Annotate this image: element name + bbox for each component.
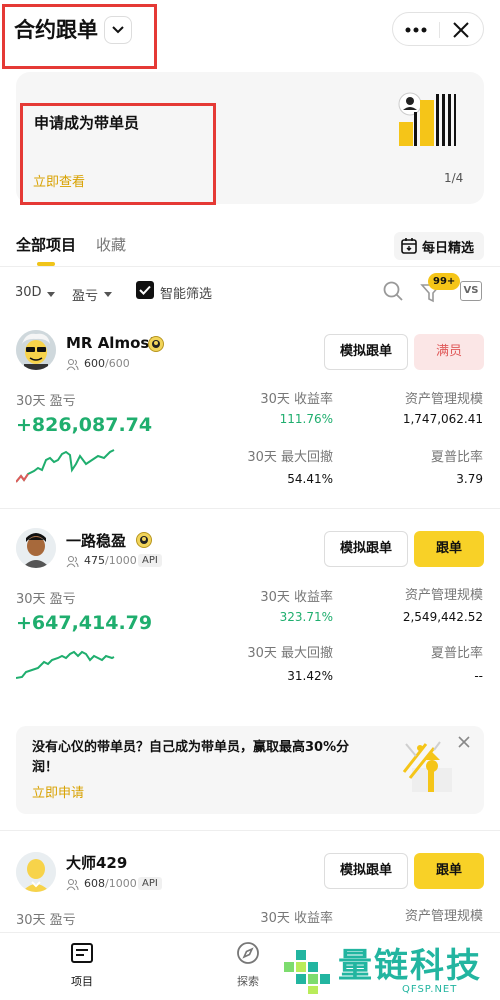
follower-capacity: /1000	[105, 554, 137, 567]
chevron-down-icon	[104, 292, 112, 297]
capsule-menu	[392, 12, 484, 46]
filter-count-badge: 99+	[428, 273, 461, 290]
list-icon	[71, 943, 93, 963]
roi-value: 323.71%	[279, 610, 333, 624]
simulate-copy-button[interactable]: 模拟跟单	[324, 531, 408, 567]
avatar[interactable]	[16, 528, 56, 568]
follower-current: 600	[84, 357, 105, 370]
mdd-value: 54.41%	[287, 472, 333, 486]
follower-count: 608/1000	[84, 877, 137, 890]
follower-current: 475	[84, 554, 105, 567]
tab-favorites[interactable]: 收藏	[96, 234, 126, 255]
roi-label: 30天 收益率	[260, 392, 333, 407]
mdd-value: 31.42%	[287, 669, 333, 683]
aum-value: 1,747,062.41	[402, 412, 483, 426]
follower-capacity: /1000	[105, 877, 137, 890]
invite-text: 没有心仪的带单员？自己成为带单员，赢取最高30%分润！	[32, 740, 350, 775]
roi-value: 111.76%	[279, 412, 333, 426]
simulate-copy-button[interactable]: 模拟跟单	[324, 334, 408, 370]
mdd-label: 30天 最大回撤	[247, 450, 333, 465]
divider	[439, 22, 440, 38]
avatar[interactable]	[16, 852, 56, 892]
highlight-box-title	[2, 4, 157, 69]
nav-item-explore[interactable]: 探索	[218, 941, 278, 993]
follower-current: 608	[84, 877, 105, 890]
chevron-down-icon	[47, 292, 55, 297]
divider	[0, 830, 500, 831]
filter-bar: 30D 盈亏 智能筛选 99+ VS	[0, 273, 500, 310]
pnl-label: 30天 盈亏	[16, 592, 76, 607]
full-status-button[interactable]: 满员	[414, 334, 484, 370]
copy-trade-button[interactable]: 跟单	[414, 853, 484, 889]
smart-filter-checkbox[interactable]	[136, 281, 154, 299]
close-icon[interactable]	[449, 18, 473, 42]
become-trader-card[interactable]: 没有心仪的带单员？自己成为带单员，赢取最高30%分润！ 立即申请	[16, 726, 484, 814]
aum-value: 2,549,442.52	[402, 610, 483, 624]
pnl-value: +647,414.79	[16, 612, 153, 634]
followers-icon	[66, 556, 79, 568]
gift-illustration-icon	[402, 741, 452, 792]
pnl-label: 30天 盈亏	[16, 394, 76, 409]
more-dots-icon[interactable]	[403, 20, 429, 40]
mdd-label: 30天 最大回撤	[247, 646, 333, 661]
follower-count: 475/1000	[84, 554, 137, 567]
simulate-copy-button[interactable]: 模拟跟单	[324, 853, 408, 889]
highlight-box-banner	[20, 103, 216, 205]
pnl-value: +826,087.74	[16, 414, 153, 436]
daily-pick-label: 每日精选	[422, 241, 475, 256]
close-icon[interactable]	[456, 734, 472, 750]
sharpe-label: 夏普比率	[430, 646, 483, 661]
api-badge: API	[138, 877, 162, 890]
calendar-icon	[401, 238, 417, 254]
sharpe-value: --	[474, 669, 483, 683]
sort-dropdown[interactable]: 盈亏	[72, 285, 98, 304]
compass-icon	[237, 942, 259, 964]
api-badge: API	[138, 554, 162, 567]
roi-label: 30天 收益率	[260, 590, 333, 605]
daily-pick-button[interactable]: 每日精选	[394, 232, 484, 260]
banner-page-indicator: 1/4	[444, 171, 464, 185]
follower-capacity: /600	[105, 357, 130, 370]
tab-all-projects[interactable]: 全部项目	[16, 234, 76, 255]
watermark-subtext: QFSP.NET	[402, 984, 458, 995]
avatar[interactable]	[16, 330, 56, 370]
copy-trading-page: 合约跟单 申请成为带单员 立即查看 1/4 全部项目 收藏 每日精选 30D 盈…	[0, 0, 500, 1000]
header: 合约跟单	[0, 0, 500, 69]
watermark: 量链科技 QFSP.NET	[276, 938, 500, 1000]
pnl-sparkline	[16, 650, 115, 679]
divider	[0, 508, 500, 509]
follower-count: 600/600	[84, 357, 130, 370]
followers-icon	[66, 359, 79, 371]
watermark-text: 量链科技	[338, 946, 482, 986]
period-dropdown[interactable]: 30D	[15, 285, 42, 300]
pnl-sparkline	[16, 449, 115, 483]
smart-filter-label[interactable]: 智能筛选	[160, 283, 212, 302]
trader-name[interactable]: 大师429	[66, 852, 127, 873]
roi-label: 30天 收益率	[260, 911, 333, 926]
trader-name[interactable]: MR Almost	[66, 334, 156, 352]
sharpe-value: 3.79	[456, 472, 483, 486]
crown-badge-icon	[148, 336, 164, 352]
sharpe-label: 夏普比率	[430, 450, 483, 465]
crown-badge-icon	[136, 532, 152, 548]
watermark-logo-icon	[284, 950, 330, 994]
aum-label: 资产管理规模	[404, 909, 483, 924]
copy-trade-button[interactable]: 跟单	[414, 531, 484, 567]
aum-label: 资产管理规模	[404, 588, 483, 603]
followers-icon	[66, 879, 79, 891]
aum-label: 资产管理规模	[404, 392, 483, 407]
nav-label-explore: 探索	[237, 975, 259, 988]
pnl-label: 30天 盈亏	[16, 913, 76, 928]
nav-item-projects[interactable]: 项目	[52, 941, 112, 993]
search-icon[interactable]	[382, 280, 404, 302]
nav-label-projects: 项目	[71, 975, 93, 988]
compare-vs-icon[interactable]: VS	[460, 281, 482, 301]
apply-now-link[interactable]: 立即申请	[32, 782, 84, 801]
divider	[0, 266, 500, 267]
trader-illustration-icon	[398, 92, 456, 146]
trader-name[interactable]: 一路稳盈	[66, 530, 126, 551]
